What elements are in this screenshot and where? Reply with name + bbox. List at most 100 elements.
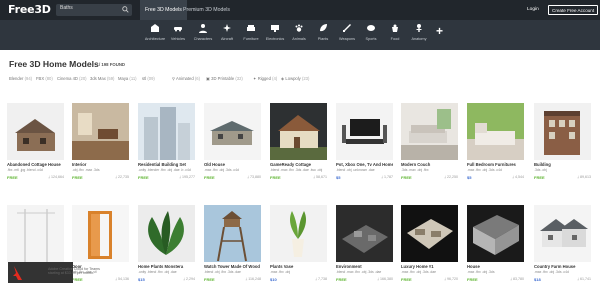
model-card[interactable]: Old House .max .fbx .obj .3ds .c4d FREE ⤓… [204, 103, 261, 180]
model-card[interactable]: Environment .blend .max .fbx .obj .3ds .… [336, 205, 393, 282]
download-icon: ⤓ [377, 277, 379, 281]
monitor-icon [271, 25, 279, 32]
model-thumbnail[interactable] [138, 205, 195, 262]
login-link[interactable]: Login [527, 7, 539, 12]
model-card[interactable]: House .max .fbx .obj .3ds FREE ⤓ 83,780 [467, 205, 524, 282]
filter-3d-printable[interactable]: ▣ 3D Printable (32) [206, 76, 243, 81]
category-electronics[interactable]: Electronics [262, 23, 288, 49]
model-card[interactable]: Home Plants Monstera .unity .blend .fbx … [138, 205, 195, 282]
download-icon: ⤓ [247, 175, 249, 179]
model-card[interactable]: Country Farm House .max .fbx .obj .3ds .… [534, 205, 591, 282]
model-card[interactable]: Plants Vase .max .fbx .obj $10 ⤓ 7,738 [270, 205, 327, 282]
adobe-logo-icon [13, 266, 22, 280]
category-characters[interactable]: Characters [190, 23, 216, 49]
model-card[interactable]: Luxury Home #1 .max .fbx .obj .3ds .dae … [401, 205, 458, 282]
create-account-button[interactable]: Create Free Account [548, 5, 599, 15]
model-thumbnail[interactable] [204, 205, 261, 262]
tab-premium-3d-models[interactable]: Premium 3D Models [178, 0, 235, 20]
car-icon [174, 27, 182, 32]
filter-blender[interactable]: Blender (94) [9, 76, 32, 81]
filter-animated[interactable]: ⚲ Animated (6) [172, 76, 200, 81]
model-thumbnail[interactable] [7, 205, 64, 262]
model-card[interactable]: Full Bedroom Furnitures .max .fbx .obj .… [467, 103, 524, 180]
format-filters: Blender (94) FBX (80) Cinema 4D (20) 3ds… [9, 76, 599, 82]
model-card[interactable] [7, 205, 64, 262]
model-thumbnail[interactable] [7, 103, 64, 160]
filter-fbx[interactable]: FBX (80) [36, 76, 53, 81]
category-food[interactable]: Food [382, 23, 408, 49]
download-icon: ⤓ [115, 175, 117, 179]
leaf-icon [320, 24, 327, 32]
download-icon: ⤓ [381, 175, 383, 179]
ball-icon [367, 25, 375, 31]
download-icon: ⤓ [512, 175, 514, 179]
search-box[interactable]: Baths [56, 4, 132, 16]
download-icon: ⤓ [315, 277, 317, 281]
model-thumbnail[interactable] [138, 103, 195, 160]
model-card[interactable]: Modern Couch .3ds .max .obj .fbx FREE ⤓ 2… [401, 103, 458, 180]
model-thumbnail[interactable] [270, 205, 327, 262]
model-thumbnail[interactable] [72, 205, 129, 262]
download-icon: ⤓ [444, 175, 446, 179]
download-icon: ⤓ [179, 175, 181, 179]
model-thumbnail[interactable] [204, 103, 261, 160]
category-bar: Architecture Vehicles Characters Aircraf… [0, 20, 600, 50]
category-animals[interactable]: Animals [286, 23, 312, 49]
logo[interactable]: Free3D [8, 3, 51, 16]
filter-maya[interactable]: Maya (11) [118, 76, 137, 81]
model-thumbnail[interactable] [467, 103, 524, 160]
paw-icon [295, 24, 303, 32]
download-icon: ⤓ [577, 175, 579, 179]
more-categories-icon[interactable]: + [436, 25, 443, 37]
filter-stl[interactable]: stl (09) [142, 76, 155, 81]
search-input[interactable]: Baths [60, 5, 73, 11]
filter-rigged[interactable]: ✦ Rigged (4) [253, 76, 277, 81]
model-thumbnail[interactable] [534, 205, 591, 262]
category-aircraft[interactable]: Aircraft [214, 23, 240, 49]
filter-lowpoly[interactable]: ◈ Lowpoly (23) [281, 76, 309, 81]
model-thumbnail[interactable] [336, 205, 393, 262]
category-furniture[interactable]: Furniture [238, 23, 264, 49]
model-thumbnail[interactable] [72, 103, 129, 160]
category-vehicles[interactable]: Vehicles [165, 23, 191, 49]
download-icon: ⤓ [444, 277, 446, 281]
food-icon [392, 24, 398, 32]
skeleton-icon [416, 24, 422, 32]
rigged-icon: ✦ [253, 76, 257, 81]
sofa-icon [247, 25, 255, 31]
lowpoly-icon: ◈ [281, 76, 285, 81]
model-card[interactable]: GameReady Cottage .blend .max .fbx .3ds … [270, 103, 327, 180]
model-thumbnail[interactable] [467, 205, 524, 262]
category-anatomy[interactable]: Anatomy [406, 23, 432, 49]
model-thumbnail[interactable] [270, 103, 327, 160]
ad-text[interactable]: Adobe Creative Cloud for Teams starting … [48, 267, 104, 276]
download-icon: ⤓ [115, 277, 117, 281]
search-icon[interactable] [122, 6, 129, 13]
filter-cinema-4d[interactable]: Cinema 4D (20) [57, 76, 87, 81]
model-thumbnail[interactable] [401, 103, 458, 160]
category-weapons[interactable]: Weapons [334, 23, 360, 49]
model-card[interactable]: Residential Building Set .unity .blender… [138, 103, 195, 180]
building-icon [151, 24, 159, 32]
model-thumbnail[interactable] [401, 205, 458, 262]
sword-icon [343, 24, 351, 32]
model-card[interactable]: Building .3ds .obj FREE ⤓ 89,613 [534, 103, 591, 180]
download-icon: ⤓ [48, 175, 50, 179]
filter-3ds-max[interactable]: 3ds Max (59) [90, 76, 114, 81]
category-plants[interactable]: Plants [310, 23, 336, 49]
airplane-icon [223, 24, 231, 32]
model-card[interactable]: Watch Tower Made Of Wood .blend .obj .fb… [204, 205, 261, 282]
result-count: / 198 FOUND [99, 62, 126, 67]
top-bar: Free3D Baths Free 3D Models Premium 3D M… [0, 0, 600, 20]
model-thumbnail[interactable] [336, 103, 393, 160]
model-card[interactable]: Interior .obj .fbx .max .3ds FREE ⤓ 22,73… [72, 103, 129, 180]
model-card[interactable]: Pot, Xbox One, Tv And Home Theater .blen… [336, 103, 393, 180]
download-icon: ⤓ [183, 277, 185, 281]
model-thumbnail[interactable] [534, 103, 591, 160]
person-icon [199, 24, 207, 33]
page-title: Free 3D Home Models [9, 59, 99, 69]
printer-icon: ▣ [206, 76, 210, 81]
download-icon: ⤓ [510, 277, 512, 281]
category-sports[interactable]: Sports [358, 23, 384, 49]
model-card[interactable]: Abandoned Cottage House .fbx .mtl .jpg .… [7, 103, 64, 180]
